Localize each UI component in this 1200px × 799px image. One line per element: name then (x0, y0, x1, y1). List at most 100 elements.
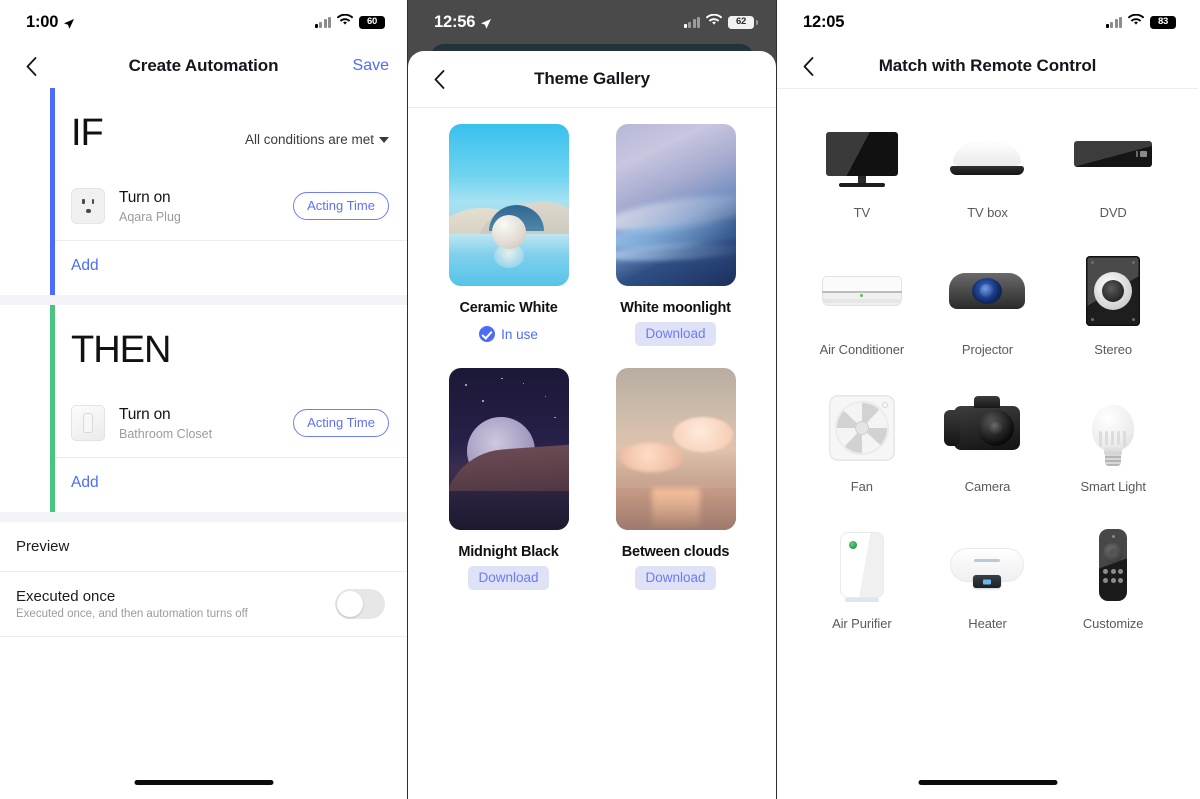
device-item-air-purifier[interactable]: Air Purifier (799, 510, 925, 641)
theme-item[interactable]: Ceramic White In use (438, 124, 579, 342)
then-device-row[interactable]: Turn on Bathroom Closet Acting Time (55, 391, 407, 458)
condition-selector[interactable]: All conditions are met (245, 132, 389, 152)
condition-selector-label: All conditions are met (244, 132, 374, 147)
chevron-left-icon (803, 56, 813, 76)
theme-item[interactable]: Between clouds Download (605, 368, 746, 590)
cellular-signal-icon (1105, 16, 1122, 28)
nav-bar: Theme Gallery (408, 51, 776, 107)
nav-bar: Create Automation Save (0, 44, 407, 88)
device-item-camera[interactable]: Camera (925, 373, 1051, 504)
then-add-link[interactable]: Add (71, 474, 99, 491)
tv-box-icon (937, 117, 1037, 191)
panel-theme-gallery: 12:56 62 Theme Gallery Ceramic White In … (408, 0, 777, 799)
theme-item[interactable]: White moonlight Download (605, 124, 746, 346)
device-item-projector[interactable]: Projector (925, 236, 1051, 367)
theme-action: In use (479, 326, 538, 342)
remote-control-icon (1063, 528, 1163, 602)
theme-action: Download (468, 566, 549, 590)
device-label: Camera (964, 479, 1011, 494)
theme-thumbnail[interactable] (615, 124, 736, 286)
device-item-air-conditioner[interactable]: Air Conditioner (799, 236, 925, 367)
theme-thumbnail[interactable] (448, 124, 569, 286)
device-item-smart-light[interactable]: Smart Light (1050, 373, 1176, 504)
then-keyword: THEN (71, 329, 171, 371)
back-button[interactable] (426, 66, 452, 92)
then-add-row[interactable]: Add (55, 458, 407, 512)
camera-icon (937, 391, 1037, 465)
cellular-signal-icon (314, 16, 331, 28)
check-circle-icon (479, 326, 496, 342)
device-item-dvd[interactable]: DVD (1050, 99, 1176, 230)
option-preview-label: Preview (16, 538, 70, 555)
battery-level: 83 (1158, 16, 1168, 28)
location-arrow-icon (480, 16, 492, 29)
caret-down-icon (379, 136, 389, 143)
wifi-icon (1127, 13, 1145, 31)
theme-item[interactable]: Midnight Black Download (438, 368, 579, 590)
theme-thumbnail[interactable] (448, 368, 569, 530)
status-bar-time: 12:05 (803, 12, 845, 31)
if-add-row[interactable]: Add (55, 241, 407, 295)
device-item-stereo[interactable]: Stereo (1050, 236, 1176, 367)
device-label: Customize (1082, 616, 1144, 631)
projector-icon (937, 254, 1037, 328)
battery-indicator: 60 (359, 15, 389, 29)
device-item-customize[interactable]: Customize (1050, 510, 1176, 641)
download-button[interactable]: Download (635, 566, 716, 590)
device-item-fan[interactable]: Fan (799, 373, 925, 504)
theme-sheet: Theme Gallery Ceramic White In use White… (408, 51, 776, 799)
back-button[interactable] (795, 53, 821, 79)
option-executed-once-label: Executed once (16, 588, 116, 605)
download-button[interactable]: Download (635, 322, 716, 346)
location-arrow-icon (63, 16, 75, 29)
if-section: IF All conditions are met Turn on Aqara … (0, 88, 407, 295)
device-label: Smart Light (1080, 479, 1146, 494)
home-indicator (918, 779, 1057, 785)
device-label: Stereo (1094, 342, 1132, 357)
device-item-heater[interactable]: Heater (925, 510, 1051, 641)
if-header: IF All conditions are met (55, 88, 407, 174)
page-title: Match with Remote Control (878, 56, 1097, 75)
wifi-icon (336, 13, 354, 31)
page-title: Theme Gallery (534, 69, 650, 88)
chevron-left-icon (434, 69, 444, 89)
acting-time-button[interactable]: Acting Time (293, 192, 389, 220)
device-item-tv-box[interactable]: TV box (925, 99, 1051, 230)
status-bar-time-group: 1:00 (26, 13, 75, 32)
light-bulb-icon (1063, 391, 1163, 466)
theme-action: Download (635, 322, 716, 346)
home-indicator (134, 779, 273, 785)
automation-options: Preview Executed once Executed once, and… (0, 522, 407, 637)
then-accent-rail (50, 305, 55, 512)
fan-icon (812, 391, 912, 465)
theme-name: Ceramic White (459, 300, 558, 316)
acting-time-button[interactable]: Acting Time (293, 409, 389, 437)
device-label: Heater (968, 616, 1007, 631)
device-item-tv[interactable]: TV (799, 99, 925, 230)
in-use-label: In use (501, 326, 538, 342)
page-title: Create Automation (128, 56, 279, 75)
theme-action: Download (635, 566, 716, 590)
option-executed-once[interactable]: Executed once Executed once, and then au… (0, 572, 407, 637)
if-device-row[interactable]: Turn on Aqara Plug Acting Time (55, 174, 407, 241)
executed-once-toggle[interactable] (335, 589, 385, 619)
option-preview[interactable]: Preview (0, 522, 407, 572)
if-device-action: Turn on (119, 188, 171, 206)
theme-name: Midnight Black (458, 544, 559, 560)
save-button[interactable]: Save (353, 57, 389, 75)
back-button[interactable] (18, 53, 44, 79)
then-device-text: Turn on Bathroom Closet (119, 406, 279, 441)
dvd-player-icon (1063, 117, 1163, 191)
device-label: TV (853, 205, 871, 220)
if-add-link[interactable]: Add (71, 257, 99, 274)
battery-level: 62 (736, 16, 746, 28)
theme-name: White moonlight (620, 300, 731, 316)
status-bar: 1:00 60 (0, 0, 407, 44)
status-bar-time-group: 12:56 (434, 13, 492, 32)
if-keyword: IF (71, 112, 104, 154)
theme-thumbnail[interactable] (615, 368, 736, 530)
download-button[interactable]: Download (468, 566, 549, 590)
section-divider (0, 512, 407, 522)
if-device-name: Aqara Plug (119, 209, 181, 224)
then-header: THEN (55, 305, 407, 391)
